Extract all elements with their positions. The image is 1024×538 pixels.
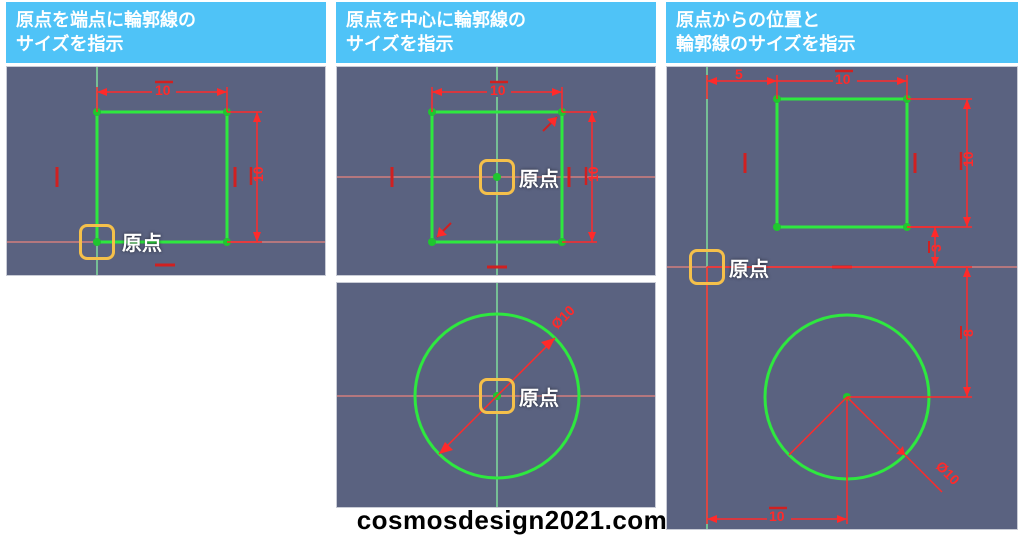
arrow — [217, 88, 227, 96]
arrow — [963, 217, 971, 227]
arrow — [707, 77, 717, 85]
dim-top-value: 10 — [155, 82, 171, 98]
dim-value: 10 — [769, 508, 785, 524]
viewport-center-bottom: Ø10 原点 — [336, 282, 656, 508]
dim-value: 10 — [585, 166, 601, 182]
arrow — [767, 77, 777, 85]
origin-marker-center-bottom — [479, 378, 515, 414]
header-center: 原点を中心に輪郭線のサイズを指示 — [336, 2, 656, 63]
origin-label-left: 原点 — [122, 227, 162, 256]
header-left-text: 原点を端点に輪郭線のサイズを指示 — [16, 10, 196, 54]
rect-outline — [777, 99, 907, 227]
origin-marker-left — [79, 224, 115, 260]
vertex — [773, 223, 781, 231]
dim-5-value: 5 — [735, 67, 743, 82]
header-right-text: 原点からの位置と輪郭線のサイズを指示 — [676, 10, 855, 54]
arrow — [963, 387, 971, 397]
arrow — [432, 88, 442, 96]
arrow — [963, 99, 971, 109]
arrow — [963, 267, 971, 277]
arrow — [707, 515, 717, 523]
origin-marker-right — [689, 249, 725, 285]
dim-value: 10 — [490, 82, 506, 98]
arrow — [931, 227, 939, 237]
viewport-left: 10 10 原点 — [6, 66, 326, 276]
radius-line — [847, 397, 905, 455]
sketch-right: 5 10 10 3 — [667, 67, 1018, 530]
radius-line — [789, 397, 847, 455]
watermark: cosmosdesign2021.com — [357, 505, 668, 536]
arrow — [897, 77, 907, 85]
origin-marker-center-top — [479, 159, 515, 195]
sketch-left: 10 10 — [7, 67, 326, 276]
arrow — [439, 442, 453, 454]
viewport-right: 5 10 10 3 — [666, 66, 1018, 530]
dim-leader — [905, 455, 942, 492]
origin-label-right: 原点 — [729, 253, 769, 282]
header-center-text: 原点を中心に輪郭線のサイズを指示 — [346, 10, 526, 54]
rect-outline — [97, 112, 227, 242]
arrow — [541, 338, 555, 350]
dim-right-value: 10 — [250, 166, 266, 182]
arrow — [253, 112, 261, 122]
vertex — [428, 238, 436, 246]
dim-diameter-value: Ø10 — [933, 458, 963, 488]
arrow — [837, 515, 847, 523]
header-left: 原点を端点に輪郭線のサイズを指示 — [6, 2, 326, 63]
arrow — [552, 88, 562, 96]
arrow — [588, 112, 596, 122]
arrow — [253, 232, 261, 242]
arrow — [931, 257, 939, 267]
dim-8-value: 8 — [960, 329, 976, 337]
viewport-center-top: 10 10 原点 — [336, 66, 656, 276]
dim-3-value: 3 — [928, 244, 944, 252]
arrow — [588, 232, 596, 242]
dim-10-value: 10 — [835, 71, 851, 87]
header-right: 原点からの位置と輪郭線のサイズを指示 — [666, 2, 1018, 63]
origin-label-center-bottom: 原点 — [519, 382, 559, 411]
arrow — [97, 88, 107, 96]
dim-diameter-value: Ø10 — [548, 302, 578, 332]
dim-value: 10 — [960, 151, 976, 167]
origin-label-center-top: 原点 — [519, 163, 559, 192]
